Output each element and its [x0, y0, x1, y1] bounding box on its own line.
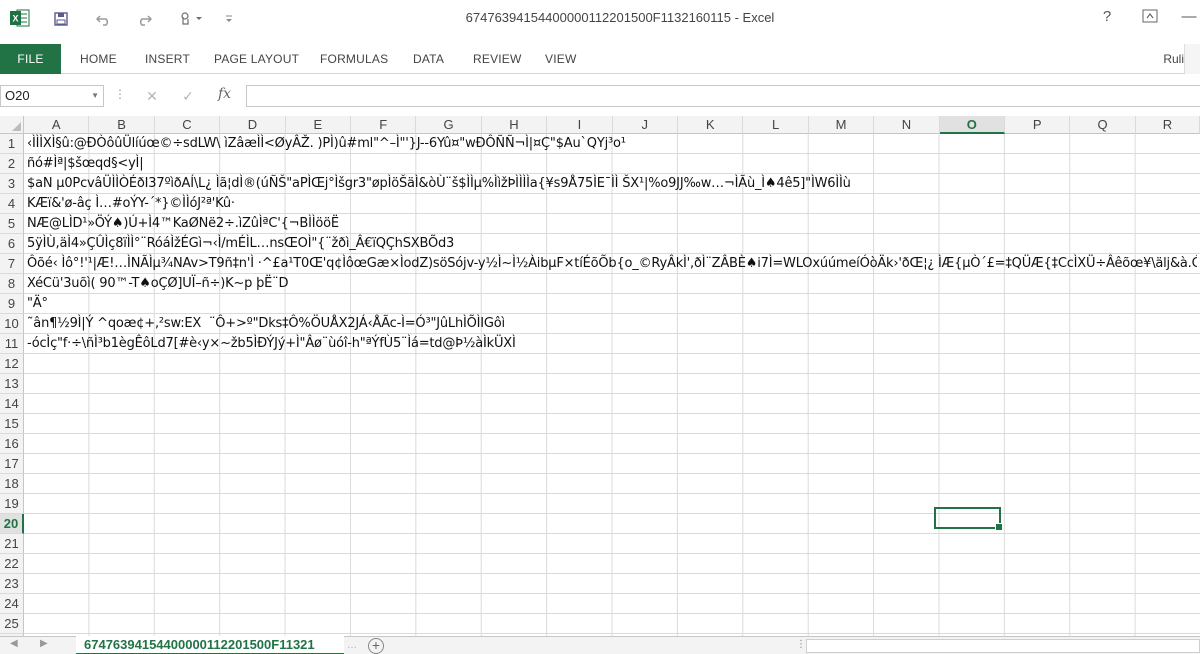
window-title: 67476394154400000112201500F1132160115 - … — [465, 10, 775, 25]
tab-insert[interactable]: INSERT — [145, 44, 190, 74]
tab-review[interactable]: REVIEW — [473, 44, 522, 74]
tab-formulas[interactable]: FORMULAS — [320, 44, 388, 74]
cell-a10[interactable]: ˜ân¶½9Ì|Ý ^qoæ¢+,²sw:EX ¨Ô+>º"Dks‡Ô%ÖUÅX… — [27, 314, 1197, 334]
selected-cell[interactable] — [934, 507, 1003, 531]
column-header-l[interactable]: L — [743, 116, 809, 134]
row-header-13[interactable]: 13 — [0, 374, 24, 394]
row-header-3[interactable]: 3 — [0, 174, 24, 194]
tab-data[interactable]: DATA — [413, 44, 444, 74]
column-header-m[interactable]: M — [808, 116, 875, 134]
cell-a11[interactable]: -ócÌç"f·÷\ñÌ³b1ègÊôLd7[#è‹y×~žb5ÌÐÝJý+Ì"… — [27, 334, 1197, 354]
worksheet-grid[interactable]: ABCDEFGHIJKLMNOPQR 1 2 3 4 5 6 7 8 9 10 11 12 13 14 15… — [0, 116, 1200, 636]
column-header-f[interactable]: F — [351, 116, 417, 134]
name-box-value: O20 — [5, 88, 30, 103]
sheet-tab-bar: ◀ ▶ 67476394154400000112201500F11321 … +… — [0, 636, 1200, 654]
row-header-25[interactable]: 25 — [0, 614, 24, 634]
column-header-b[interactable]: B — [89, 116, 155, 134]
tab-split-icon[interactable]: ⋮ — [796, 639, 806, 650]
formula-bar: O20 ▼ ⋮ ✕ ✓ fx — [0, 85, 1200, 109]
cell-a6[interactable]: 5ÿÌÙ,äÌ4»ÇÛÌç8ïÌÌ°¨RóáÌžÉGì¬‹Ì/mÉÌL…nsŒO… — [27, 234, 1197, 254]
row-header-16[interactable]: 16 — [0, 434, 24, 454]
next-sheet-icon[interactable]: ▶ — [40, 638, 48, 649]
row-header-5[interactable]: 5 — [0, 214, 24, 234]
insert-function-icon[interactable]: fx — [218, 86, 231, 102]
row-header-24[interactable]: 24 — [0, 594, 24, 614]
cell-a9[interactable]: "Ä° — [27, 294, 1197, 314]
column-header-k[interactable]: K — [678, 116, 744, 134]
enter-icon[interactable]: ✓ — [178, 86, 198, 106]
formula-bar-grip-icon[interactable]: ⋮ — [114, 87, 126, 101]
row-header-10[interactable]: 10 — [0, 314, 24, 334]
cell-a5[interactable]: NÆ@LÌD¹»ÖÝ♠)Ú+Ì4™KaØNë2÷.ìZûÌªC'{¬BÌÌööË — [27, 214, 1197, 234]
help-button[interactable]: ? — [1092, 8, 1122, 30]
select-all-button[interactable] — [0, 116, 24, 134]
row-header-22[interactable]: 22 — [0, 554, 24, 574]
sheet-tab-overflow-icon[interactable]: … — [347, 640, 357, 651]
chevron-down-icon[interactable]: ▼ — [91, 86, 99, 106]
cell-a1[interactable]: ‹ÌÌÌXÌ§û:@ÐÒôûÜlíúœ©÷sdLW\ ìZâæÌÌ<ØyÂŽ. … — [27, 134, 1197, 154]
title-bar: X 67476394154400000112201500F1132160115 … — [0, 0, 1200, 38]
name-box[interactable]: O20 ▼ — [0, 85, 104, 107]
row-header-18[interactable]: 18 — [0, 474, 24, 494]
cell-a7[interactable]: Ôõé‹ Ìô°!'¹|Æ!…ÌNÃÌµ¾NAv>T9ñ‡n'Ì ·^£a¹T0… — [27, 254, 1197, 274]
row-header-1[interactable]: 1 — [0, 134, 24, 154]
ribbon-display-options-icon[interactable] — [1135, 8, 1165, 30]
column-header-g[interactable]: G — [416, 116, 482, 134]
column-header-i[interactable]: I — [547, 116, 613, 134]
row-header-15[interactable]: 15 — [0, 414, 24, 434]
tab-file[interactable]: FILE — [0, 44, 61, 74]
add-sheet-button[interactable]: + — [368, 638, 384, 654]
column-header-h[interactable]: H — [481, 116, 548, 134]
user-name[interactable]: Ruli — [1163, 44, 1184, 74]
column-header-o[interactable]: O — [939, 116, 1005, 134]
cell-a8[interactable]: XéCü'3uõì( 90™-T♠oÇØ]UÏ–ñ÷)K~p þË¨D — [27, 274, 1197, 294]
minimize-button[interactable]: — — [1174, 8, 1200, 30]
row-header-17[interactable]: 17 — [0, 454, 24, 474]
row-header-19[interactable]: 19 — [0, 494, 24, 514]
column-header-q[interactable]: Q — [1070, 116, 1136, 134]
row-header-23[interactable]: 23 — [0, 574, 24, 594]
tab-page-layout[interactable]: PAGE LAYOUT — [214, 44, 299, 74]
ribbon-scrollbar[interactable] — [1184, 44, 1200, 74]
prev-sheet-icon[interactable]: ◀ — [10, 638, 18, 649]
row-header-20[interactable]: 20 — [0, 514, 24, 534]
column-header-d[interactable]: D — [220, 116, 286, 134]
tab-view[interactable]: VIEW — [545, 44, 576, 74]
row-header-21[interactable]: 21 — [0, 534, 24, 554]
row-header-8[interactable]: 8 — [0, 274, 24, 294]
column-header-r[interactable]: R — [1135, 116, 1200, 134]
row-header-6[interactable]: 6 — [0, 234, 24, 254]
cancel-icon[interactable]: ✕ — [142, 86, 162, 106]
column-header-p[interactable]: P — [1005, 116, 1071, 134]
column-header-n[interactable]: N — [874, 116, 940, 134]
column-header-c[interactable]: C — [154, 116, 221, 134]
ribbon-tab-bar: FILE HOME INSERT PAGE LAYOUT FORMULAS DA… — [0, 44, 1200, 74]
column-header-j[interactable]: J — [612, 116, 678, 134]
row-header-7[interactable]: 7 — [0, 254, 24, 274]
cell-a2[interactable]: ñó#Ìª|$šœqd§<yÌ| — [27, 154, 1197, 174]
row-header-9[interactable]: 9 — [0, 294, 24, 314]
tab-home[interactable]: HOME — [80, 44, 117, 74]
row-header-12[interactable]: 12 — [0, 354, 24, 374]
column-header-a[interactable]: A — [24, 116, 90, 134]
row-header-14[interactable]: 14 — [0, 394, 24, 414]
sheet-tab-active[interactable]: 67476394154400000112201500F11321 — [76, 636, 344, 654]
cell-a4[interactable]: KÆï&'ø-âç Ì…#oÝY-´*}©ÌÌóJ²ª'Kû· — [27, 194, 1197, 214]
row-header-2[interactable]: 2 — [0, 154, 24, 174]
row-header-11[interactable]: 11 — [0, 334, 24, 354]
horizontal-scrollbar[interactable] — [806, 639, 1200, 653]
row-header-4[interactable]: 4 — [0, 194, 24, 214]
column-header-e[interactable]: E — [285, 116, 351, 134]
formula-input[interactable] — [246, 85, 1200, 107]
cell-a3[interactable]: $aN µ0PcvâÜÌÌÒÉðI37ºìðAÍ\L¿ Ìã¦dÌ®(úÑŠ"a… — [27, 174, 1197, 194]
